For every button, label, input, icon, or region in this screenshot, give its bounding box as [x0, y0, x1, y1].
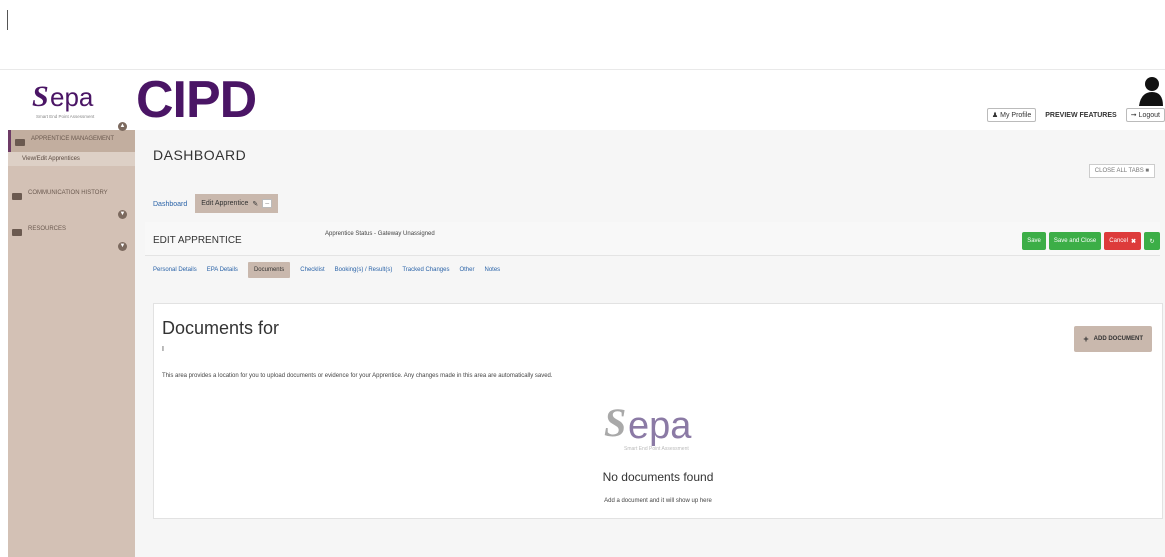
save-and-close-label: Save and Close [1053, 238, 1097, 244]
close-all-tabs-button[interactable]: CLOSE ALL TABS ■ [1088, 164, 1155, 178]
close-tab-icon[interactable]: – [262, 199, 273, 208]
header-buttons: ♟ My Profile PREVIEW FEATURES ➞ Logout [986, 108, 1165, 122]
apprentice-status: Apprentice Status - Gateway Unassigned [325, 231, 435, 237]
tab-label: Booking(s) / Result(s) [334, 267, 393, 273]
sidebar-item-communication-history[interactable]: COMMUNICATION HISTORY ▼ [8, 184, 135, 219]
user-silhouette-icon[interactable] [1137, 76, 1163, 106]
sidebar: APPRENTICE MANAGEMENT View/Edit Apprenti… [8, 122, 135, 557]
tab-label: Other [459, 267, 475, 273]
edit-apprentice-bar: EDIT APPRENTICE Apprentice Status - Gate… [145, 222, 1160, 256]
sidebar-item-apprentice-management[interactable]: APPRENTICE MANAGEMENT [8, 130, 135, 152]
main-content: DASHBOARD CLOSE ALL TABS ■ Dashboard Edi… [135, 130, 1165, 557]
plus-icon: + [1083, 334, 1089, 344]
tab-label: EPA Details [206, 267, 238, 273]
tab-label: Notes [484, 267, 501, 273]
preview-features-button[interactable]: PREVIEW FEATURES [1041, 108, 1121, 122]
close-all-tabs-label: CLOSE ALL TABS [1094, 168, 1144, 174]
tab-label: Personal Details [153, 267, 197, 273]
app-header: S epa Smart End Point Assessment CIPD ♟ … [8, 70, 1165, 130]
logout-button[interactable]: ➞ Logout [1125, 108, 1165, 122]
top-tab-bar: Dashboard Edit Apprentice ✎ – [153, 194, 279, 213]
cancel-label: Cancel [1109, 238, 1128, 244]
sepa-logo[interactable]: S epa Smart End Point Assessment [30, 76, 130, 122]
logout-label: Logout [1138, 111, 1160, 119]
add-document-button[interactable]: + ADD DOCUMENT [1074, 326, 1152, 352]
svg-text:epa: epa [50, 82, 94, 112]
sidebar-subitem-label: View/Edit Apprentices [22, 156, 80, 162]
text-cursor [7, 10, 8, 30]
svg-text:S: S [604, 400, 626, 445]
expand-toggle-icon[interactable]: ▼ [118, 210, 127, 219]
expand-toggle-icon[interactable]: ▼ [118, 242, 127, 251]
documents-panel: Documents for I + ADD DOCUMENT This area… [153, 303, 1163, 519]
tab-label: Tracked Changes [402, 267, 450, 273]
browser-top-strip [0, 0, 1165, 70]
tab-epa-details[interactable]: EPA Details [207, 262, 238, 278]
add-document-label: ADD DOCUMENT [1093, 336, 1143, 342]
tab-bookings-results[interactable]: Booking(s) / Result(s) [335, 262, 393, 278]
tab-label: Dashboard [153, 201, 188, 208]
sepa-watermark-logo: S epa Smart End Point Assessment [604, 400, 692, 452]
tab-personal-details[interactable]: Personal Details [153, 262, 197, 278]
section-title: EDIT APPRENTICE [153, 235, 242, 246]
sidebar-item-resources[interactable]: RESOURCES ▼ [8, 220, 135, 251]
save-label: Save [1027, 238, 1041, 244]
svg-text:Smart End Point Assessment: Smart End Point Assessment [624, 446, 689, 452]
sidebar-item-label: COMMUNICATION HISTORY [28, 190, 108, 196]
tab-notes[interactable]: Notes [484, 262, 500, 278]
tab-dashboard[interactable]: Dashboard [153, 196, 187, 213]
svg-text:S: S [32, 80, 49, 113]
empty-state-title: No documents found [602, 470, 714, 484]
save-and-close-button[interactable]: Save and Close [1048, 232, 1102, 250]
tab-label: Edit Apprentice [201, 200, 249, 207]
page-title: DASHBOARD [153, 147, 247, 163]
my-profile-label: My Profile [1000, 111, 1032, 119]
trash-icon: ■ [1145, 168, 1149, 174]
close-icon: ✖ [1130, 238, 1136, 245]
tab-documents[interactable]: Documents [247, 262, 291, 278]
person-icon: ♟ [991, 112, 999, 119]
cipd-logo[interactable]: CIPD [136, 70, 257, 130]
empty-state-subtitle: Add a document and it will show up here [604, 498, 712, 504]
tab-tracked-changes[interactable]: Tracked Changes [402, 262, 449, 278]
tab-checklist[interactable]: Checklist [300, 262, 324, 278]
save-button[interactable]: Save [1022, 232, 1046, 250]
tab-other[interactable]: Other [459, 262, 474, 278]
logout-icon: ➞ [1130, 112, 1137, 119]
chat-icon [12, 193, 22, 200]
tab-edit-apprentice[interactable]: Edit Apprentice ✎ – [195, 194, 279, 213]
folder-icon [12, 229, 22, 236]
tab-label: Checklist [300, 267, 325, 273]
preview-features-label: PREVIEW FEATURES [1045, 111, 1117, 119]
my-profile-button[interactable]: ♟ My Profile [986, 108, 1037, 122]
sidebar-item-label: APPRENTICE MANAGEMENT [31, 136, 115, 142]
people-icon [15, 139, 25, 146]
refresh-icon: ↻ [1149, 238, 1155, 245]
documents-subheading: I [162, 346, 164, 353]
tab-label: Documents [253, 267, 285, 273]
action-buttons: Save Save and Close Cancel ✖ ↻ [1022, 232, 1160, 250]
collapse-toggle-icon[interactable]: ▲ [118, 122, 127, 131]
documents-heading: Documents for [162, 318, 280, 338]
pin-icon: ✎ [252, 200, 259, 208]
refresh-button[interactable]: ↻ [1144, 232, 1160, 250]
apprentice-tab-bar: Personal Details EPA Details Documents C… [153, 262, 500, 278]
svg-text:Smart End Point Assessment: Smart End Point Assessment [36, 114, 95, 119]
cancel-button[interactable]: Cancel ✖ [1104, 232, 1141, 250]
sidebar-item-label: RESOURCES [28, 226, 67, 232]
documents-description: This area provides a location for you to… [162, 373, 553, 379]
sidebar-subitem-view-edit-apprentices[interactable]: View/Edit Apprentices ▲ [8, 122, 135, 166]
svg-text:epa: epa [628, 405, 692, 447]
